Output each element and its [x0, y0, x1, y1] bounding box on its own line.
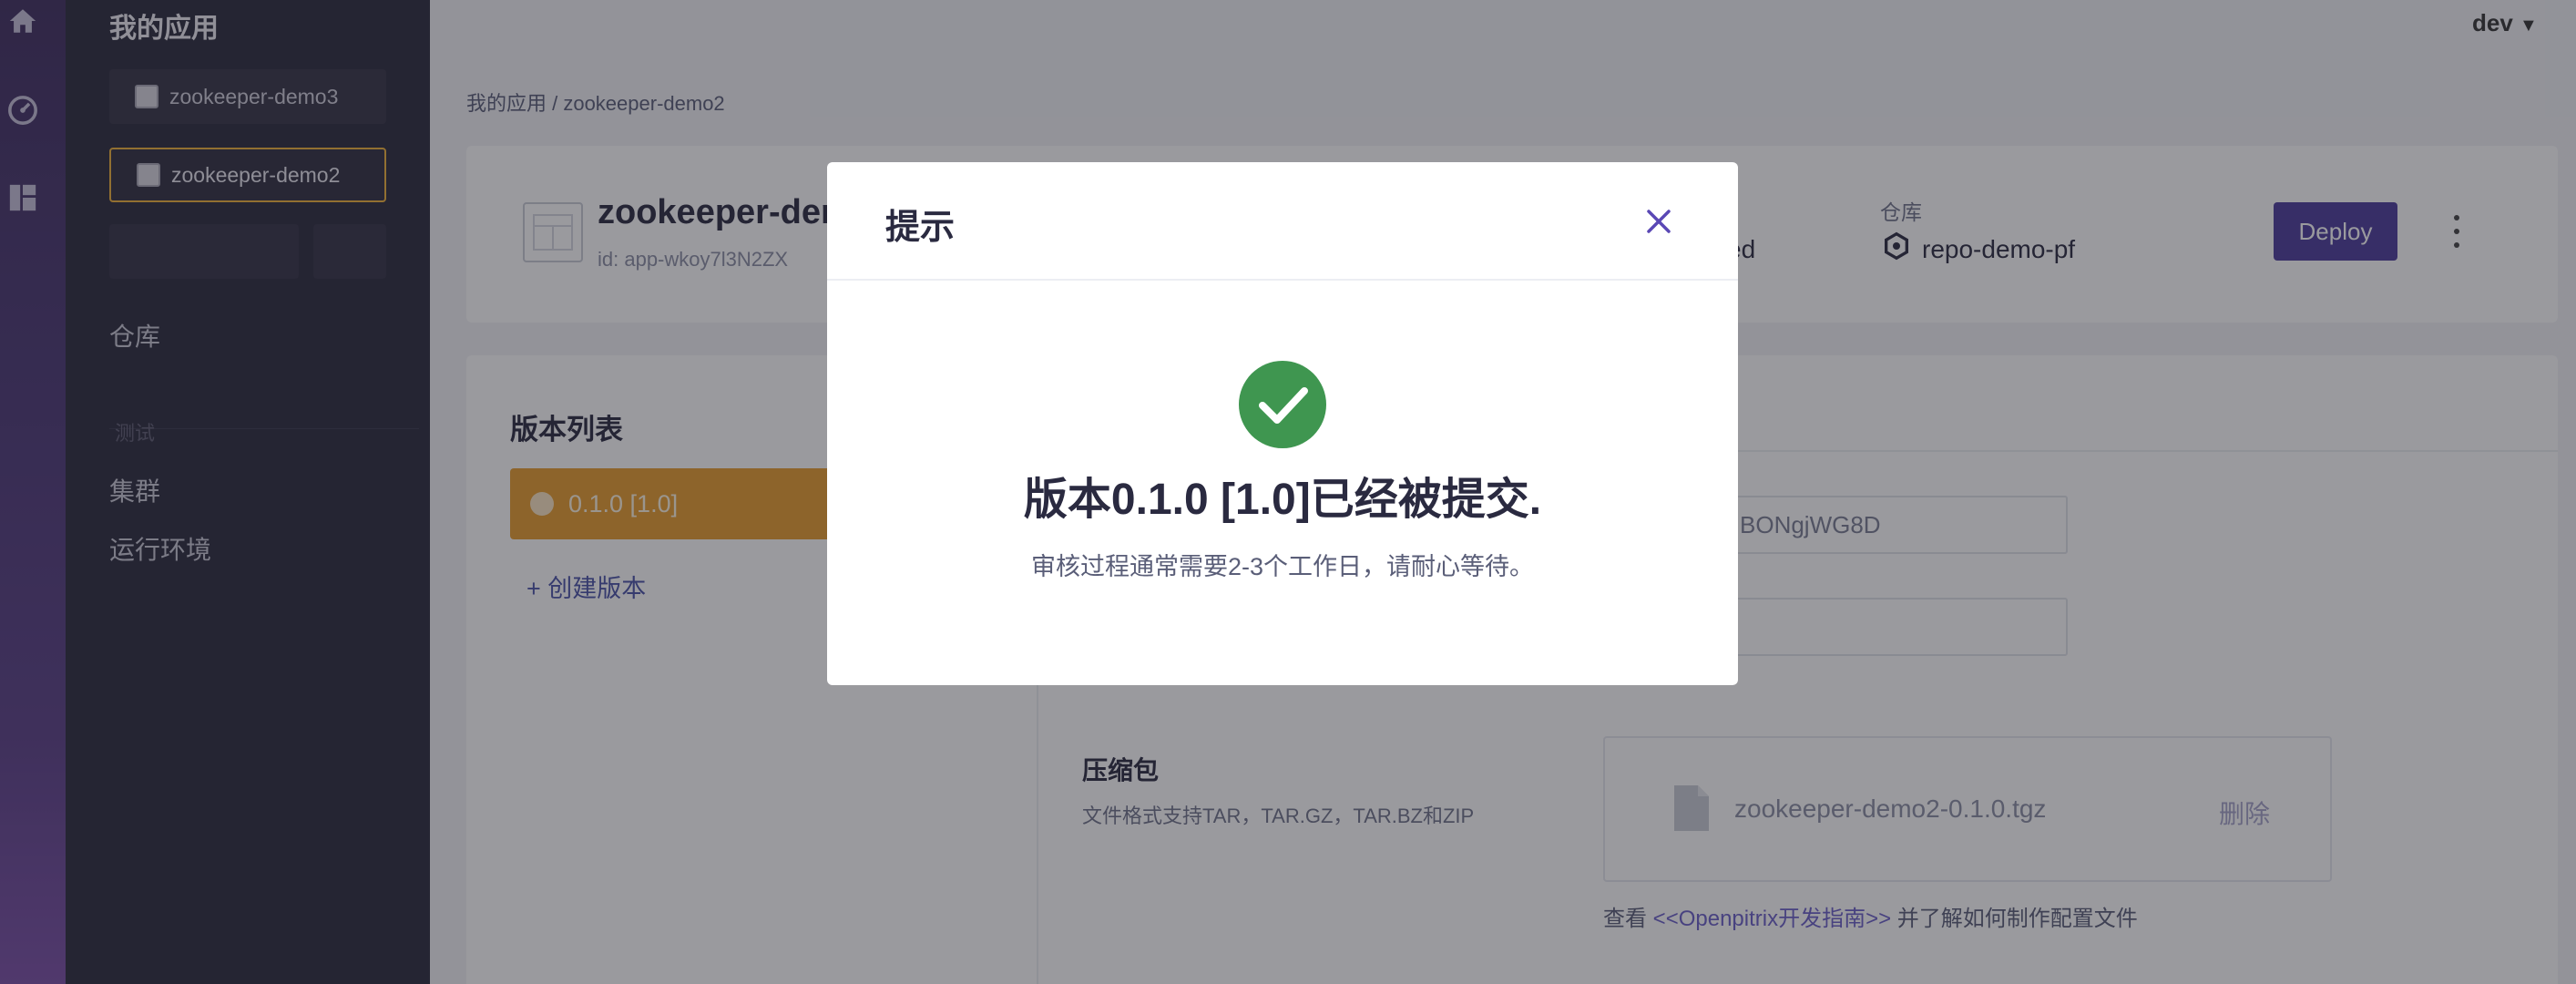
dialog-header	[827, 162, 1738, 281]
dialog-title: 提示	[885, 209, 956, 247]
close-icon[interactable]	[1636, 199, 1682, 244]
dialog-message: 版本0.1.0 [1.0]已经被提交.	[1023, 476, 1542, 524]
dialog-sub-message: 审核过程通常需要2-3个工作日，请耐心等待。	[1030, 553, 1535, 580]
success-check-icon	[1239, 361, 1326, 448]
success-dialog: 提示 版本0.1.0 [1.0]已经被提交. 审核过程通常需要2-3个工作日，请…	[827, 162, 1738, 685]
